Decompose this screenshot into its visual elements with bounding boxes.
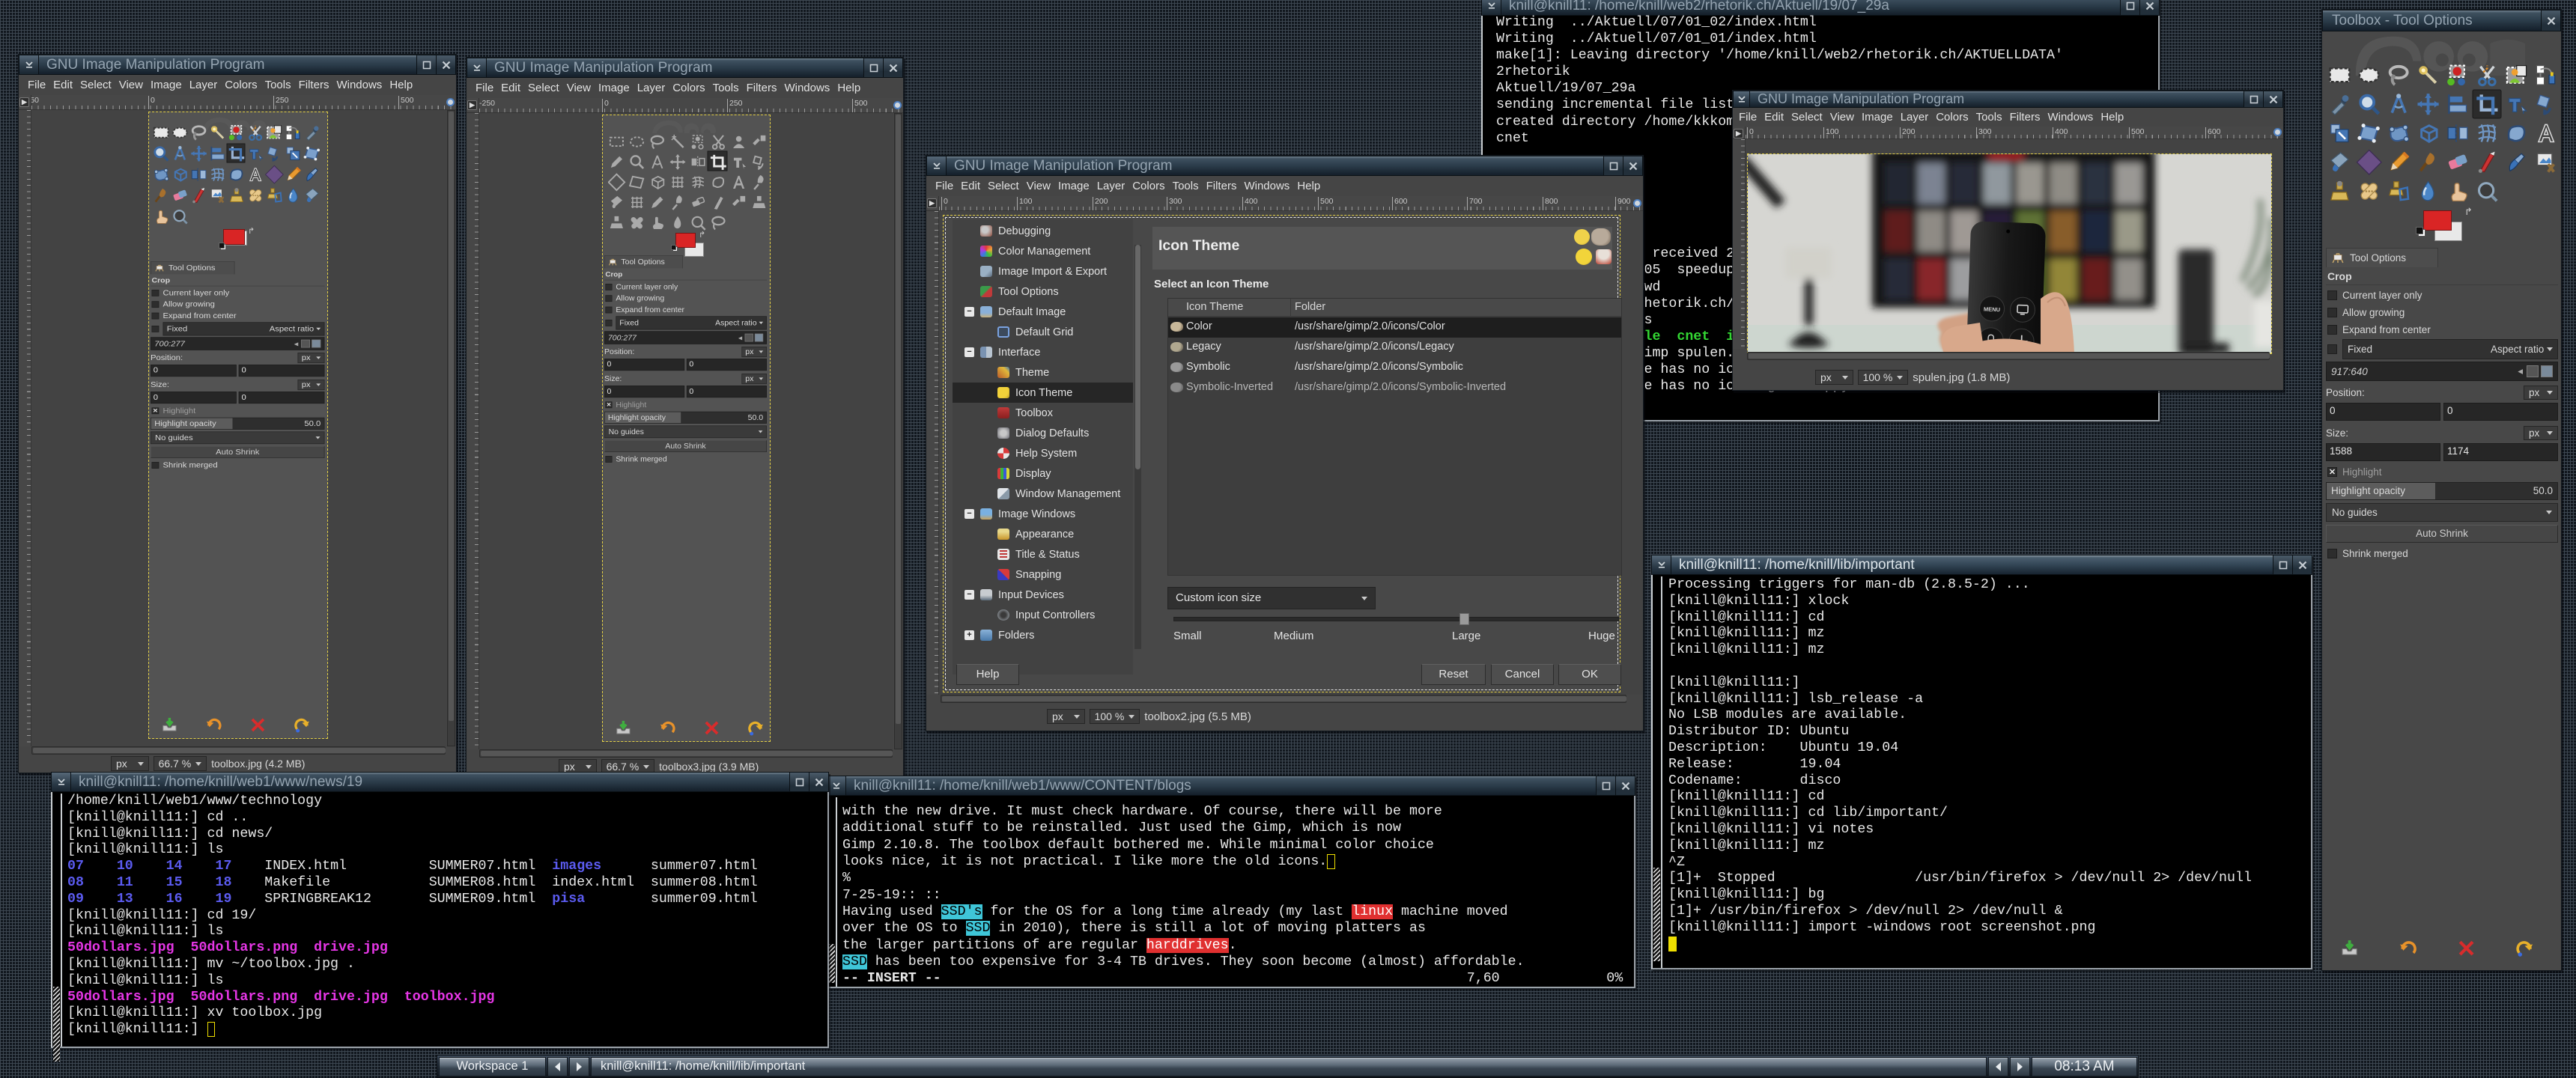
svg-text:MENU: MENU	[1984, 305, 2000, 313]
